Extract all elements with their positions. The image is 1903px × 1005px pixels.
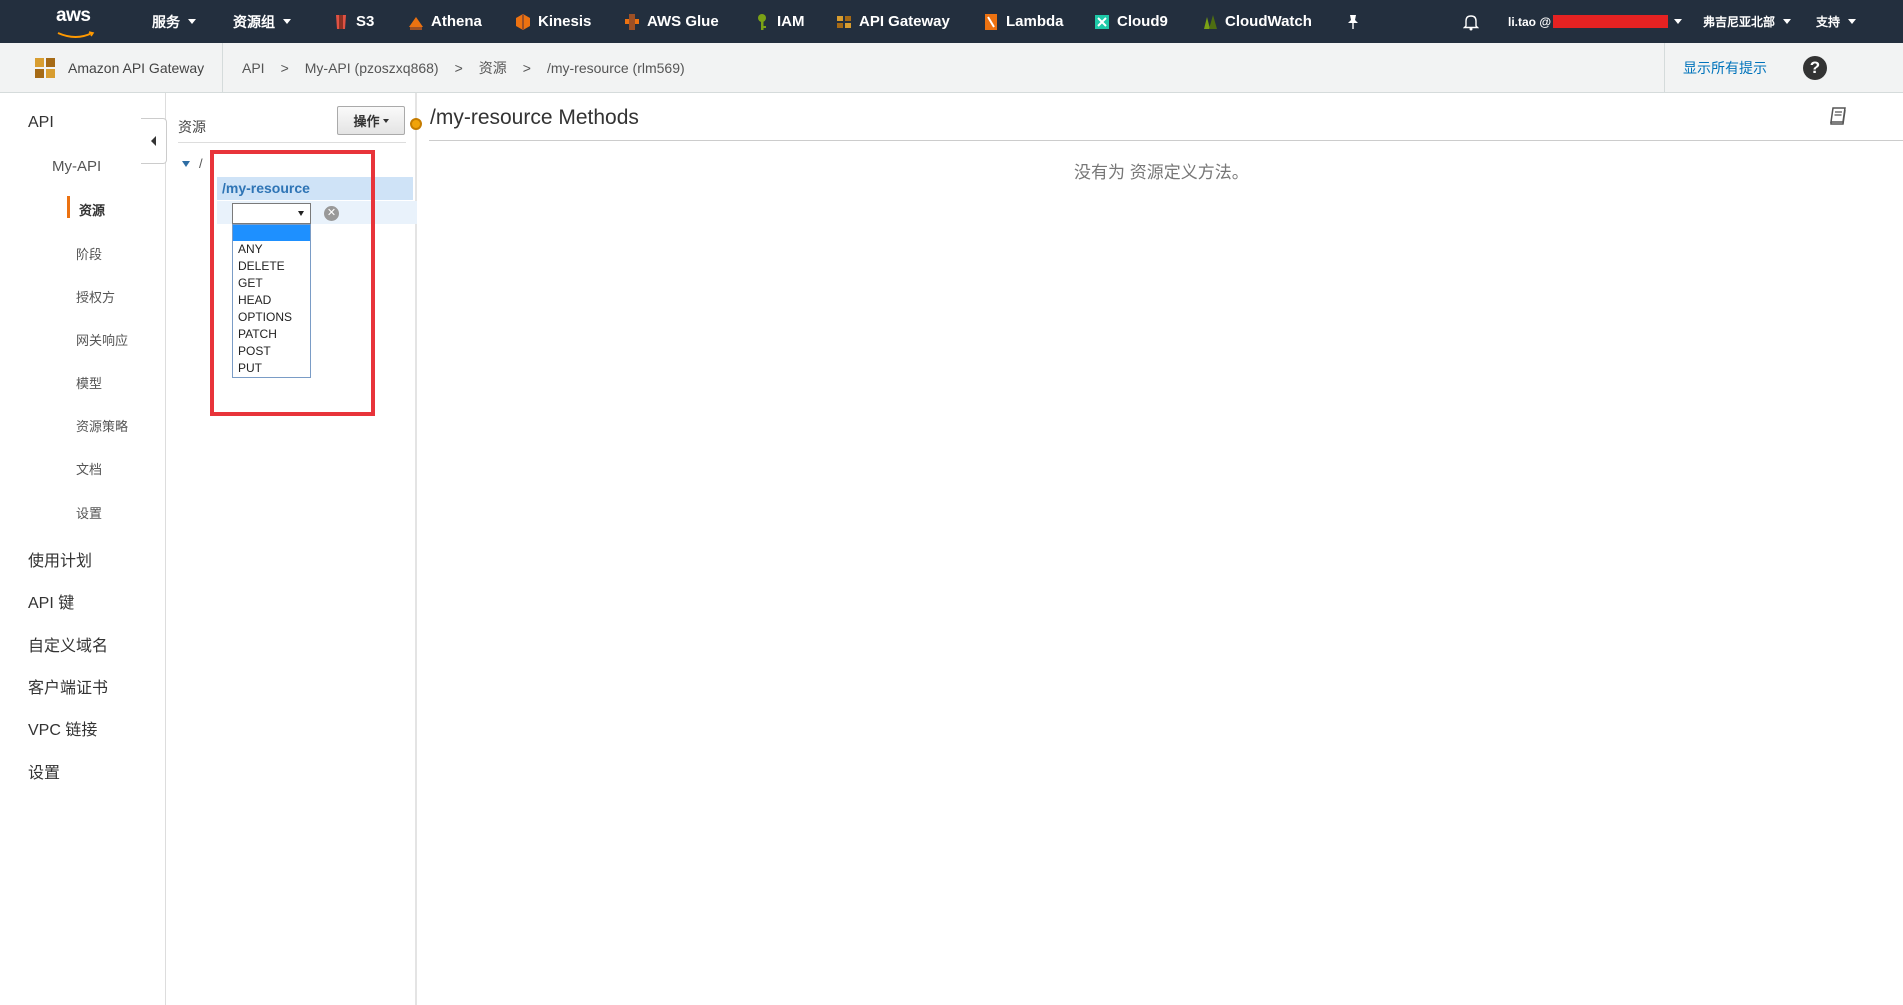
shortcut-cloudwatch[interactable]: CloudWatch	[1202, 0, 1312, 43]
services-menu[interactable]: 服务	[152, 0, 196, 43]
shortcut-athena[interactable]: Athena	[408, 0, 482, 43]
tips-area: 显示所有提示	[1664, 43, 1903, 93]
breadcrumb-item[interactable]: API	[242, 60, 265, 76]
aws-logo-text: aws	[56, 5, 91, 26]
chevron-left-icon	[151, 136, 156, 146]
resource-groups-menu-label: 资源组	[233, 13, 275, 30]
aws-smile-icon	[57, 31, 95, 38]
top-navigation-bar: aws 服务 资源组 S3 Athena Kinesis AWS Glue IA…	[0, 0, 1903, 43]
nav-custom-domain-names[interactable]: 自定义域名	[28, 632, 108, 656]
kinesis-icon	[516, 13, 530, 30]
pin-icon	[1348, 14, 1358, 29]
nav-api-keys[interactable]: API 键	[28, 589, 74, 613]
athena-icon	[409, 16, 423, 30]
glue-icon	[625, 13, 639, 30]
nav-stages[interactable]: 阶段	[76, 244, 102, 263]
shortcut-label: IAM	[777, 13, 805, 30]
notifications-button[interactable]	[1463, 0, 1479, 43]
empty-methods-message: 没有为 资源定义方法。	[1074, 163, 1249, 182]
nav-api-settings[interactable]: 设置	[76, 503, 102, 522]
shortcut-aws-glue[interactable]: AWS Glue	[624, 0, 719, 43]
active-indicator	[67, 196, 70, 218]
chevron-down-icon	[188, 19, 196, 24]
account-username: li.tao @	[1508, 14, 1552, 29]
services-menu-label: 服务	[152, 13, 180, 30]
chevron-down-icon	[283, 19, 291, 24]
shortcut-iam[interactable]: IAM	[754, 0, 805, 43]
nav-resources[interactable]: 资源	[79, 200, 105, 219]
shortcut-api-gateway[interactable]: API Gateway	[836, 0, 950, 43]
cloudwatch-icon	[1204, 14, 1217, 29]
region-menu[interactable]: 弗吉尼亚北部	[1703, 0, 1792, 43]
collapse-panel-button[interactable]	[141, 118, 167, 164]
resource-groups-menu[interactable]: 资源组	[233, 0, 291, 43]
api-gateway-icon	[837, 15, 851, 28]
s3-icon	[336, 14, 346, 29]
support-label: 支持	[1816, 15, 1841, 29]
shortcut-cloud9[interactable]: Cloud9	[1094, 0, 1168, 43]
shortcut-label: Athena	[431, 13, 482, 30]
chevron-down-icon	[1674, 19, 1683, 24]
shortcut-label: Kinesis	[538, 13, 592, 30]
nav-documentation[interactable]: 文档	[76, 459, 102, 478]
aws-logo[interactable]: aws	[56, 5, 100, 38]
breadcrumb-separator: >	[280, 60, 289, 76]
nav-client-certificates[interactable]: 客户端证书	[28, 674, 108, 698]
shortcut-label: Lambda	[1006, 13, 1064, 30]
nav-vpc-links[interactable]: VPC 链接	[28, 716, 97, 740]
root-resource[interactable]: /	[199, 156, 203, 171]
nav-settings[interactable]: 设置	[28, 759, 60, 783]
breadcrumb-item[interactable]: 资源	[479, 58, 507, 78]
shortcut-label: Cloud9	[1117, 13, 1168, 30]
nav-gateway-responses[interactable]: 网关响应	[76, 330, 128, 349]
lambda-icon	[985, 13, 997, 30]
service-brand-label: Amazon API Gateway	[68, 60, 205, 76]
actions-button[interactable]: 操作	[337, 106, 405, 135]
pin-shortcut-button[interactable]	[1346, 0, 1360, 43]
breadcrumb-item[interactable]: My-API (pzoszxq868)	[305, 60, 439, 76]
actions-button-label: 操作	[353, 114, 380, 129]
nav-resource-policy[interactable]: 资源策略	[76, 416, 128, 435]
chevron-down-icon	[1783, 19, 1792, 24]
chevron-down-icon	[1848, 19, 1857, 24]
service-header: Amazon API Gateway API > My-API (pzoszxq…	[0, 43, 1903, 93]
breadcrumb-separator: >	[522, 60, 531, 76]
support-menu[interactable]: 支持	[1816, 0, 1857, 43]
bell-icon	[1463, 14, 1479, 30]
nav-authorizers[interactable]: 授权方	[76, 287, 115, 306]
main-content	[419, 93, 1903, 1005]
api-gateway-logo-icon	[35, 58, 55, 78]
shortcut-kinesis[interactable]: Kinesis	[515, 0, 591, 43]
highlight-annotation-box	[210, 150, 375, 416]
shortcut-lambda[interactable]: Lambda	[983, 0, 1064, 43]
nav-my-api[interactable]: My-API	[52, 158, 101, 175]
cloud9-icon	[1095, 14, 1109, 29]
iam-icon	[758, 13, 766, 30]
expand-triangle-icon[interactable]	[182, 161, 190, 167]
breadcrumb-item: /my-resource (rlm569)	[546, 60, 685, 76]
account-menu[interactable]: li.tao @	[1508, 0, 1683, 43]
title-divider	[429, 140, 1903, 141]
left-navigation: API My-API 资源 阶段 授权方 网关响应 模型 资源策略 文档 设置 …	[0, 93, 166, 1005]
nav-models[interactable]: 模型	[76, 373, 102, 392]
shortcut-label: CloudWatch	[1225, 13, 1312, 30]
service-brand[interactable]: Amazon API Gateway	[16, 43, 224, 93]
help-icon[interactable]: ?	[1803, 56, 1827, 80]
show-all-tips-link[interactable]: 显示所有提示	[1683, 58, 1767, 78]
shortcut-s3[interactable]: S3	[333, 0, 374, 43]
region-label: 弗吉尼亚北部	[1703, 15, 1776, 29]
breadcrumb: API > My-API (pzoszxq868) > 资源 > /my-res…	[242, 43, 685, 93]
resource-tree-title: 资源	[178, 119, 206, 135]
page-title: /my-resource Methods	[430, 106, 639, 129]
shortcut-label: API Gateway	[859, 13, 950, 30]
book-icon[interactable]	[1829, 106, 1847, 126]
tree-divider	[178, 142, 406, 143]
breadcrumb-separator: >	[454, 60, 463, 76]
chevron-down-icon	[382, 118, 389, 123]
nav-api[interactable]: API	[28, 114, 54, 132]
shortcut-label: S3	[356, 13, 375, 30]
shortcut-label: AWS Glue	[647, 13, 719, 30]
redacted-account-block	[1553, 15, 1669, 28]
nav-usage-plans[interactable]: 使用计划	[28, 547, 92, 571]
